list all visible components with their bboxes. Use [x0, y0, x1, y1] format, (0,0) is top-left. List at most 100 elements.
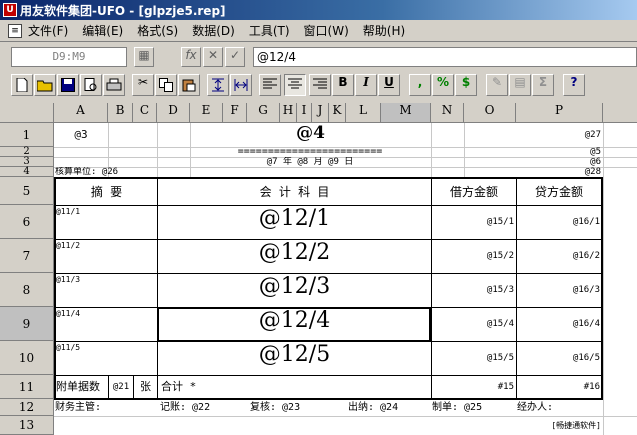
column-header-j[interactable]: J [312, 103, 329, 123]
entry-account-4[interactable]: @12/4 [158, 308, 431, 341]
ufo-app-icon[interactable]: U [3, 3, 17, 17]
cell-p2[interactable]: @5 [516, 147, 601, 157]
row-header-1[interactable]: 1 [0, 123, 54, 147]
select-all-corner[interactable] [0, 103, 54, 123]
insert-table-icon[interactable]: ▤ [509, 74, 531, 96]
attach-label[interactable]: 附单据数 [56, 376, 108, 398]
calculator-icon[interactable]: ▦ [134, 47, 154, 67]
menu-data[interactable]: 数据(D) [192, 22, 235, 39]
column-header-a[interactable]: A [54, 103, 108, 123]
italic-button[interactable]: I [355, 74, 377, 96]
entry-credit-1[interactable]: @16/1 [517, 206, 600, 239]
credit-total[interactable]: #16 [517, 376, 600, 398]
new-file-icon[interactable] [11, 74, 33, 96]
sig-reviewer[interactable]: 复核: @23 [250, 400, 345, 416]
row-header-7[interactable]: 7 [0, 239, 54, 273]
currency-style-button[interactable]: $ [455, 74, 477, 96]
header-account[interactable]: 会 计 科 目 [158, 179, 431, 205]
cell-report-title[interactable]: @4 [190, 123, 431, 147]
function-button[interactable]: fx [181, 47, 201, 67]
align-left-icon[interactable] [259, 74, 281, 96]
menu-file[interactable]: 文件(F) [28, 22, 68, 39]
row-header-11[interactable]: 11 [0, 375, 54, 399]
row-header-12[interactable]: 12 [0, 399, 54, 416]
cell-reference-box[interactable]: D9:M9 [11, 47, 127, 67]
entry-debit-3[interactable]: @15/3 [432, 274, 514, 307]
entry-account-5[interactable]: @12/5 [158, 342, 431, 375]
entry-credit-5[interactable]: @16/5 [517, 342, 600, 375]
column-header-f[interactable]: F [223, 103, 247, 123]
entry-summary-2[interactable]: @11/2 [56, 241, 156, 253]
column-header-c[interactable]: C [133, 103, 157, 123]
column-header-e[interactable]: E [190, 103, 223, 123]
sig-cashier[interactable]: 出纳: @24 [348, 400, 430, 416]
column-header-b[interactable]: B [108, 103, 133, 123]
copy-icon[interactable] [155, 74, 177, 96]
entry-summary-3[interactable]: @11/3 [56, 275, 156, 287]
column-header-g[interactable]: G [247, 103, 280, 123]
header-summary[interactable]: 摘 要 [56, 179, 157, 205]
menu-edit[interactable]: 编辑(E) [82, 22, 123, 39]
cell-p1[interactable]: @27 [516, 123, 601, 147]
sig-handler[interactable]: 经办人: [517, 400, 601, 416]
entry-credit-2[interactable]: @16/2 [517, 240, 600, 273]
cut-icon[interactable]: ✂ [132, 74, 154, 96]
column-header-p[interactable]: P [516, 103, 603, 123]
entry-debit-2[interactable]: @15/2 [432, 240, 514, 273]
cell-p3[interactable]: @6 [516, 157, 601, 167]
sig-bookkeeper[interactable]: 记账: @22 [160, 400, 248, 416]
entry-credit-4[interactable]: @16/4 [517, 308, 600, 341]
debit-total[interactable]: #15 [432, 376, 514, 398]
entry-summary-4[interactable]: @11/4 [56, 309, 156, 321]
help-button[interactable]: ? [563, 74, 585, 96]
column-header-l[interactable]: L [346, 103, 381, 123]
spreadsheet-grid[interactable]: A B C D E F G H I J K L M N O P 1 2 3 4 … [0, 103, 637, 435]
row-header-5[interactable]: 5 [0, 177, 54, 205]
header-credit[interactable]: 贷方金额 [517, 179, 601, 205]
entry-debit-1[interactable]: @15/1 [432, 206, 514, 239]
entry-account-2[interactable]: @12/2 [158, 240, 431, 273]
align-right-icon[interactable] [309, 74, 331, 96]
cell-date[interactable]: @7 年 @8 月 @9 日 [230, 157, 390, 167]
column-header-n[interactable]: N [431, 103, 464, 123]
confirm-button[interactable]: ✓ [225, 47, 245, 67]
paste-icon[interactable] [178, 74, 200, 96]
column-header-k[interactable]: K [329, 103, 346, 123]
entry-credit-3[interactable]: @16/3 [517, 274, 600, 307]
row-header-8[interactable]: 8 [0, 273, 54, 307]
column-header-o[interactable]: O [464, 103, 516, 123]
formula-input[interactable]: @12/4 [253, 47, 637, 67]
comma-style-button[interactable]: , [409, 74, 431, 96]
open-folder-icon[interactable] [34, 74, 56, 96]
entry-debit-4[interactable]: @15/4 [432, 308, 514, 341]
menu-help[interactable]: 帮助(H) [363, 22, 405, 39]
sum-icon[interactable]: Σ [532, 74, 554, 96]
sig-maker[interactable]: 制单: @25 [432, 400, 514, 416]
footer-software[interactable]: [畅捷通软件] [516, 417, 601, 434]
align-center-icon[interactable] [284, 74, 306, 96]
entry-account-3[interactable]: @12/3 [158, 274, 431, 307]
print-icon[interactable] [103, 74, 125, 96]
row-header-13[interactable]: 13 [0, 416, 54, 435]
cancel-button[interactable]: ✕ [203, 47, 223, 67]
attach-count[interactable]: @21 [109, 376, 133, 398]
percent-style-button[interactable]: % [432, 74, 454, 96]
header-debit[interactable]: 借方金额 [432, 179, 516, 205]
cell-p4[interactable]: @28 [516, 167, 601, 177]
column-header-d[interactable]: D [157, 103, 190, 123]
column-header-i[interactable]: I [297, 103, 312, 123]
menu-tools[interactable]: 工具(T) [249, 22, 290, 39]
formula-wizard-icon[interactable]: ✎ [486, 74, 508, 96]
column-width-icon[interactable] [230, 74, 252, 96]
cell-accounting-unit[interactable]: 核算单位: @26 [55, 167, 185, 177]
report-document-icon[interactable]: ≡ [8, 23, 22, 38]
menu-format[interactable]: 格式(S) [137, 22, 178, 39]
entry-account-1[interactable]: @12/1 [158, 206, 431, 239]
print-preview-icon[interactable] [80, 74, 102, 96]
entry-summary-1[interactable]: @11/1 [56, 207, 156, 219]
attach-unit[interactable]: 张 [134, 376, 157, 398]
sig-supervisor[interactable]: 财务主管: [55, 400, 155, 416]
row-header-9[interactable]: 9 [0, 307, 54, 341]
column-header-m[interactable]: M [381, 103, 431, 123]
bold-button[interactable]: B [332, 74, 354, 96]
